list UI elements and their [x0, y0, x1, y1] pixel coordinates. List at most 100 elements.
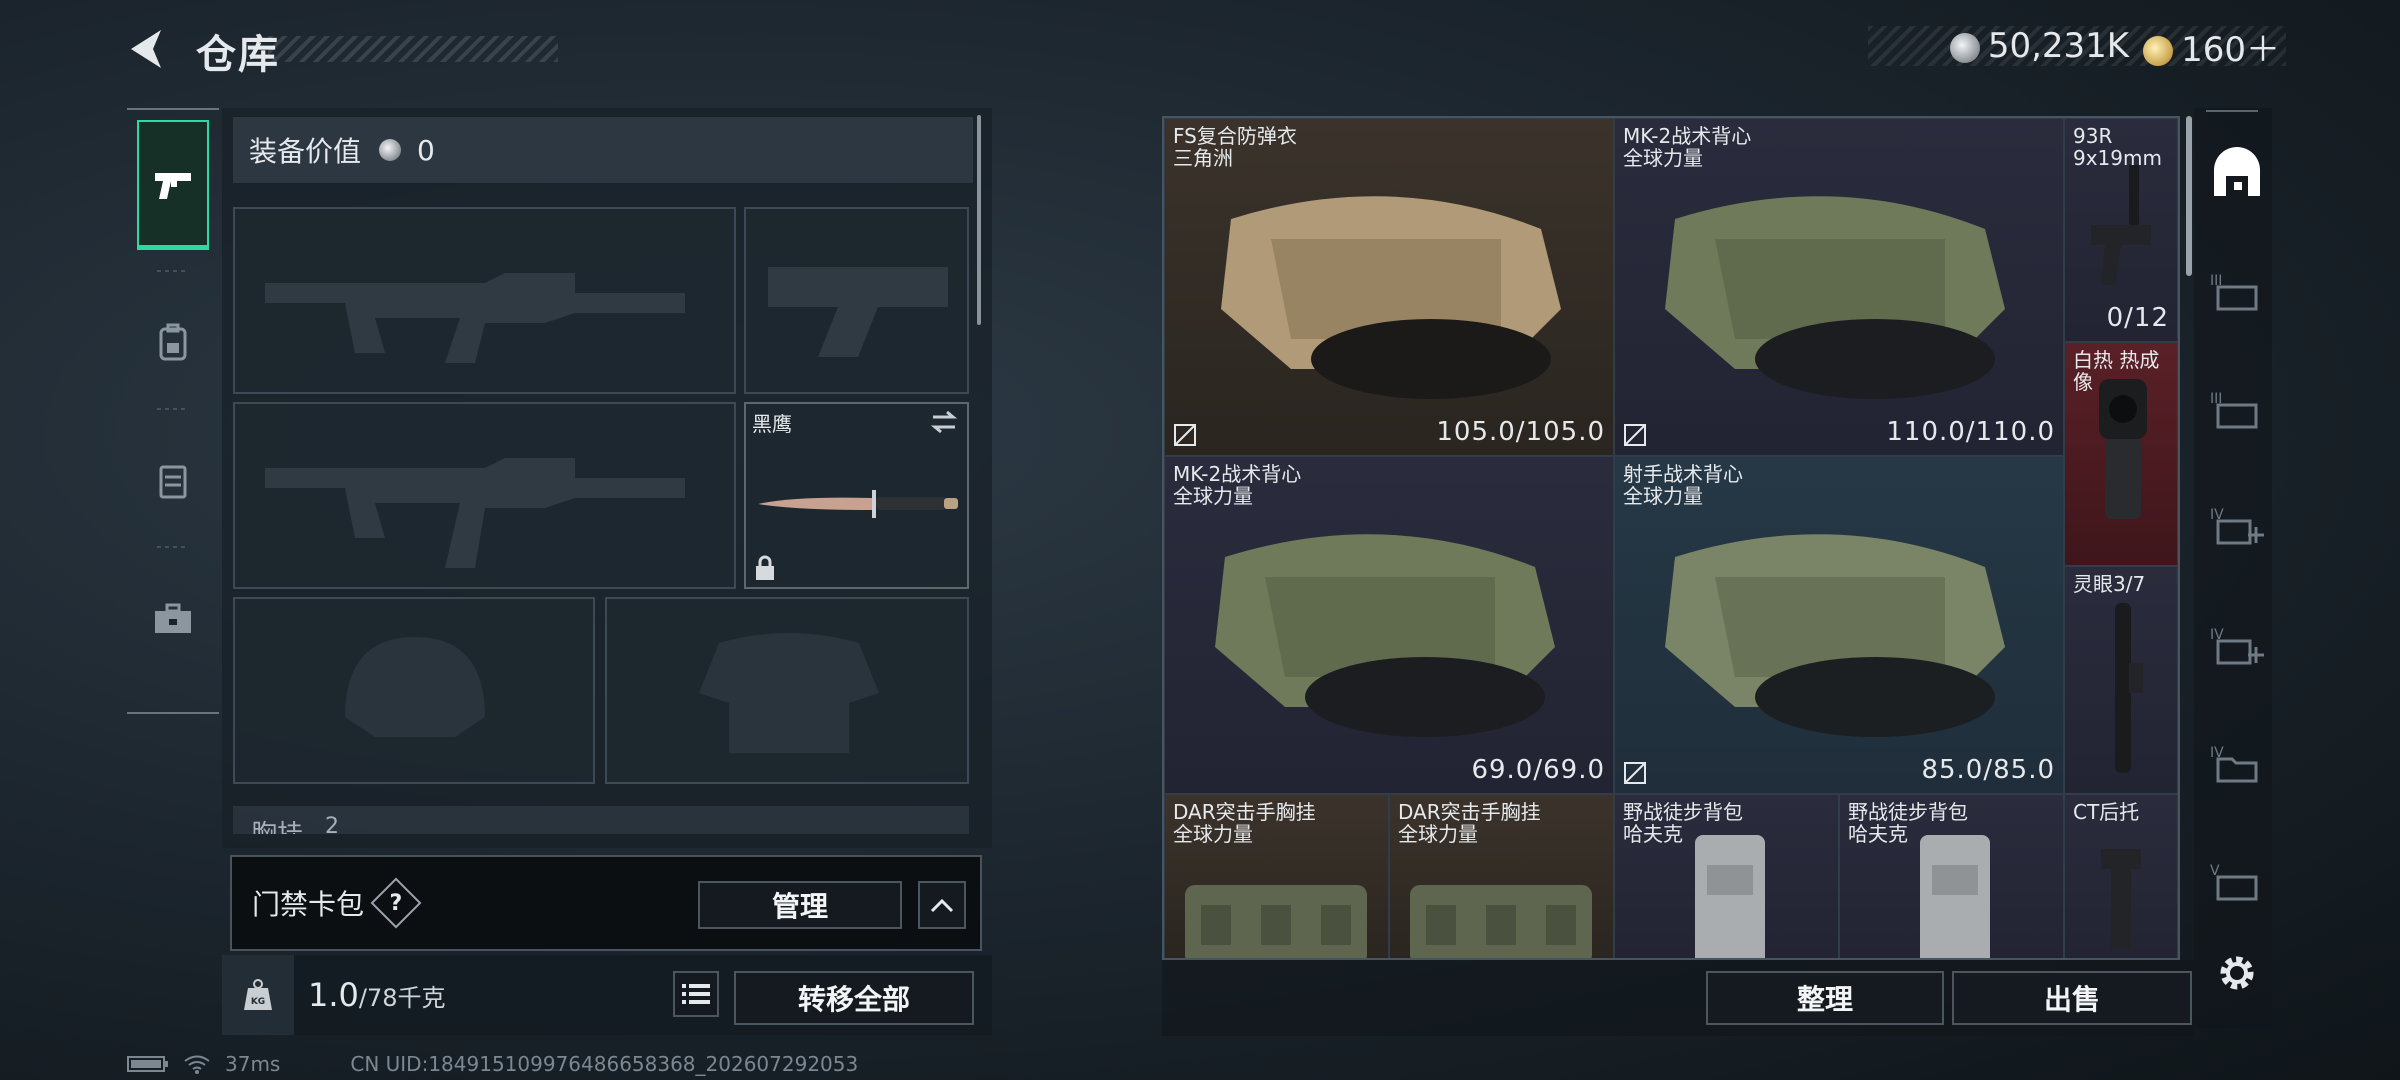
swap-icon[interactable] — [929, 410, 959, 434]
category-backpack[interactable] — [137, 278, 209, 408]
category-rail — [127, 108, 219, 714]
filter-storage-3a[interactable]: III — [2208, 264, 2266, 322]
settings-button[interactable] — [2208, 944, 2266, 1002]
storage-item[interactable]: 白热 热成像 — [2064, 342, 2178, 566]
storage-grid: FS复合防弹衣 三角洲 105.0/105.0 MK-2战术背心 全球力量 110.… — [1162, 116, 2180, 960]
toolbox-icon — [155, 603, 191, 633]
chest-rig-header: 胸挂 2 — [233, 806, 969, 834]
list-view-button[interactable] — [673, 971, 719, 1017]
storage-item[interactable]: DAR突击手胸挂 全球力量 — [1164, 794, 1389, 958]
body-armor-image — [1665, 196, 2005, 399]
storage-item[interactable]: MK-2战术背心 全球力量 110.0/110.0 — [1614, 118, 2064, 456]
sort-button[interactable]: 整理 — [1706, 971, 1944, 1025]
weight-bar: KG 1.0 /78千克 转移全部 — [222, 955, 992, 1035]
melee-slot[interactable]: 黑鹰 — [744, 402, 969, 589]
storage-item[interactable]: 射手战术背心 全球力量 85.0/85.0 — [1614, 456, 2064, 794]
title-decoration — [268, 36, 558, 62]
silver-coin-icon — [379, 139, 402, 161]
melee-name: 黑鹰 — [752, 412, 792, 436]
weight-current: 1.0 — [308, 976, 359, 1014]
rifle-silhouette-icon — [265, 273, 685, 363]
chevron-up-icon — [930, 898, 954, 913]
body-armor-image — [1215, 534, 1555, 737]
chest-rig-image — [1185, 885, 1367, 958]
ping: 37ms — [225, 1052, 281, 1076]
back-arrow-icon[interactable] — [125, 26, 171, 72]
storage-item[interactable]: MK-2战术背心 全球力量 69.0/69.0 — [1164, 456, 1614, 794]
storage-item[interactable]: 野战徒步背包 哈夫克 — [1614, 794, 1839, 958]
storage-item[interactable]: 灵眼3/7 — [2064, 566, 2178, 794]
backpack-image — [1695, 835, 1765, 958]
primary-weapon-slot-2[interactable] — [233, 402, 736, 589]
kg-weight-icon: KG — [222, 955, 294, 1035]
collapse-button[interactable] — [918, 881, 966, 929]
gold-currency[interactable]: 160＋ — [2143, 22, 2280, 71]
pistol-image — [2091, 165, 2151, 285]
category-weapons[interactable] — [137, 120, 209, 250]
helmet-silhouette-icon — [345, 637, 485, 737]
folder-icon: IV — [2210, 745, 2258, 783]
storage-item[interactable]: CT后托 — [2064, 794, 2178, 958]
sidearm-slot[interactable] — [744, 207, 969, 394]
silver-coin-icon — [1949, 32, 1980, 63]
equipment-value: 0 — [417, 133, 435, 167]
help-icon[interactable]: ? — [370, 877, 422, 929]
body-armor-slot[interactable] — [605, 597, 969, 784]
wifi-icon — [184, 1055, 210, 1074]
rail-divider — [157, 546, 189, 548]
rifle-silhouette-icon — [265, 458, 685, 568]
filter-storage-4a[interactable]: IV — [2208, 498, 2266, 556]
filter-all[interactable] — [2208, 144, 2266, 202]
weight-max: /78千克 — [358, 983, 446, 1012]
category-toolbox[interactable] — [137, 554, 209, 684]
battery-icon — [127, 1056, 168, 1072]
body-armor-image — [1665, 534, 2005, 737]
backpack-image — [1920, 835, 1990, 958]
equipment-value-bar: 装备价值 0 — [233, 117, 973, 183]
gear-icon — [2220, 956, 2254, 990]
primary-weapon-slot-1[interactable] — [233, 207, 736, 394]
chest-rig-image — [1410, 885, 1592, 958]
equipment-scrollbar[interactable] — [977, 115, 981, 325]
filter-storage-3b[interactable]: III — [2208, 382, 2266, 440]
filter-storage-4b[interactable]: IV — [2208, 618, 2266, 676]
pistol-silhouette-icon — [768, 267, 948, 357]
knife-icon — [758, 490, 958, 518]
storage-item[interactable]: 野战徒步背包 哈夫克 — [1839, 794, 2064, 958]
gold-coin-icon — [2143, 36, 2174, 66]
keycard-pack-bar: 门禁卡包 ? 管理 — [230, 855, 982, 951]
filter-storage-4c[interactable]: IV — [2208, 736, 2266, 794]
storage-box-icon: III — [2210, 391, 2258, 429]
storage-item[interactable]: 93R 9x19mm 0/12 — [2064, 118, 2178, 342]
rail-divider — [157, 270, 189, 272]
storage-box-icon: V — [2210, 863, 2258, 901]
silver-currency[interactable]: 50,231K — [1949, 26, 2129, 66]
currency-bar: 50,231K 160＋ — [1868, 26, 2286, 70]
lock-icon — [756, 555, 774, 580]
thermal-scope-image — [2099, 379, 2147, 519]
player-uid: CN UID:184915109976486658368_20260729205… — [350, 1052, 859, 1076]
storage-scrollbar[interactable] — [2186, 116, 2192, 276]
no-drop-icon — [1174, 424, 1196, 446]
transfer-all-button[interactable]: 转移全部 — [734, 971, 974, 1025]
filter-storage-5[interactable]: V — [2208, 854, 2266, 912]
sell-button[interactable]: 出售 — [1952, 971, 2192, 1025]
storage-filter-rail: III III IV IV IV V — [2194, 108, 2272, 1028]
armor-silhouette-icon — [699, 633, 879, 753]
storage-item[interactable]: DAR突击手胸挂 全球力量 — [1389, 794, 1614, 958]
storage-plus-icon: IV — [2210, 507, 2264, 545]
no-drop-icon — [1624, 424, 1646, 446]
stock-image — [2101, 849, 2141, 949]
helmet-slot[interactable] — [233, 597, 595, 784]
pistol-icon — [155, 172, 191, 199]
no-drop-icon — [1624, 762, 1646, 784]
manage-button[interactable]: 管理 — [698, 881, 902, 929]
storage-item[interactable]: FS复合防弹衣 三角洲 105.0/105.0 — [1164, 118, 1614, 456]
status-bar: 37ms CN UID:184915109976486658368_202607… — [127, 1052, 858, 1076]
storage-box-icon: III — [2210, 273, 2258, 311]
svg-text:KG: KG — [251, 997, 265, 1007]
equipment-value-label: 装备价值 — [249, 135, 362, 168]
keycard-pack-label: 门禁卡包 — [252, 888, 365, 921]
category-vest[interactable] — [137, 416, 209, 546]
rail-divider — [157, 408, 189, 410]
